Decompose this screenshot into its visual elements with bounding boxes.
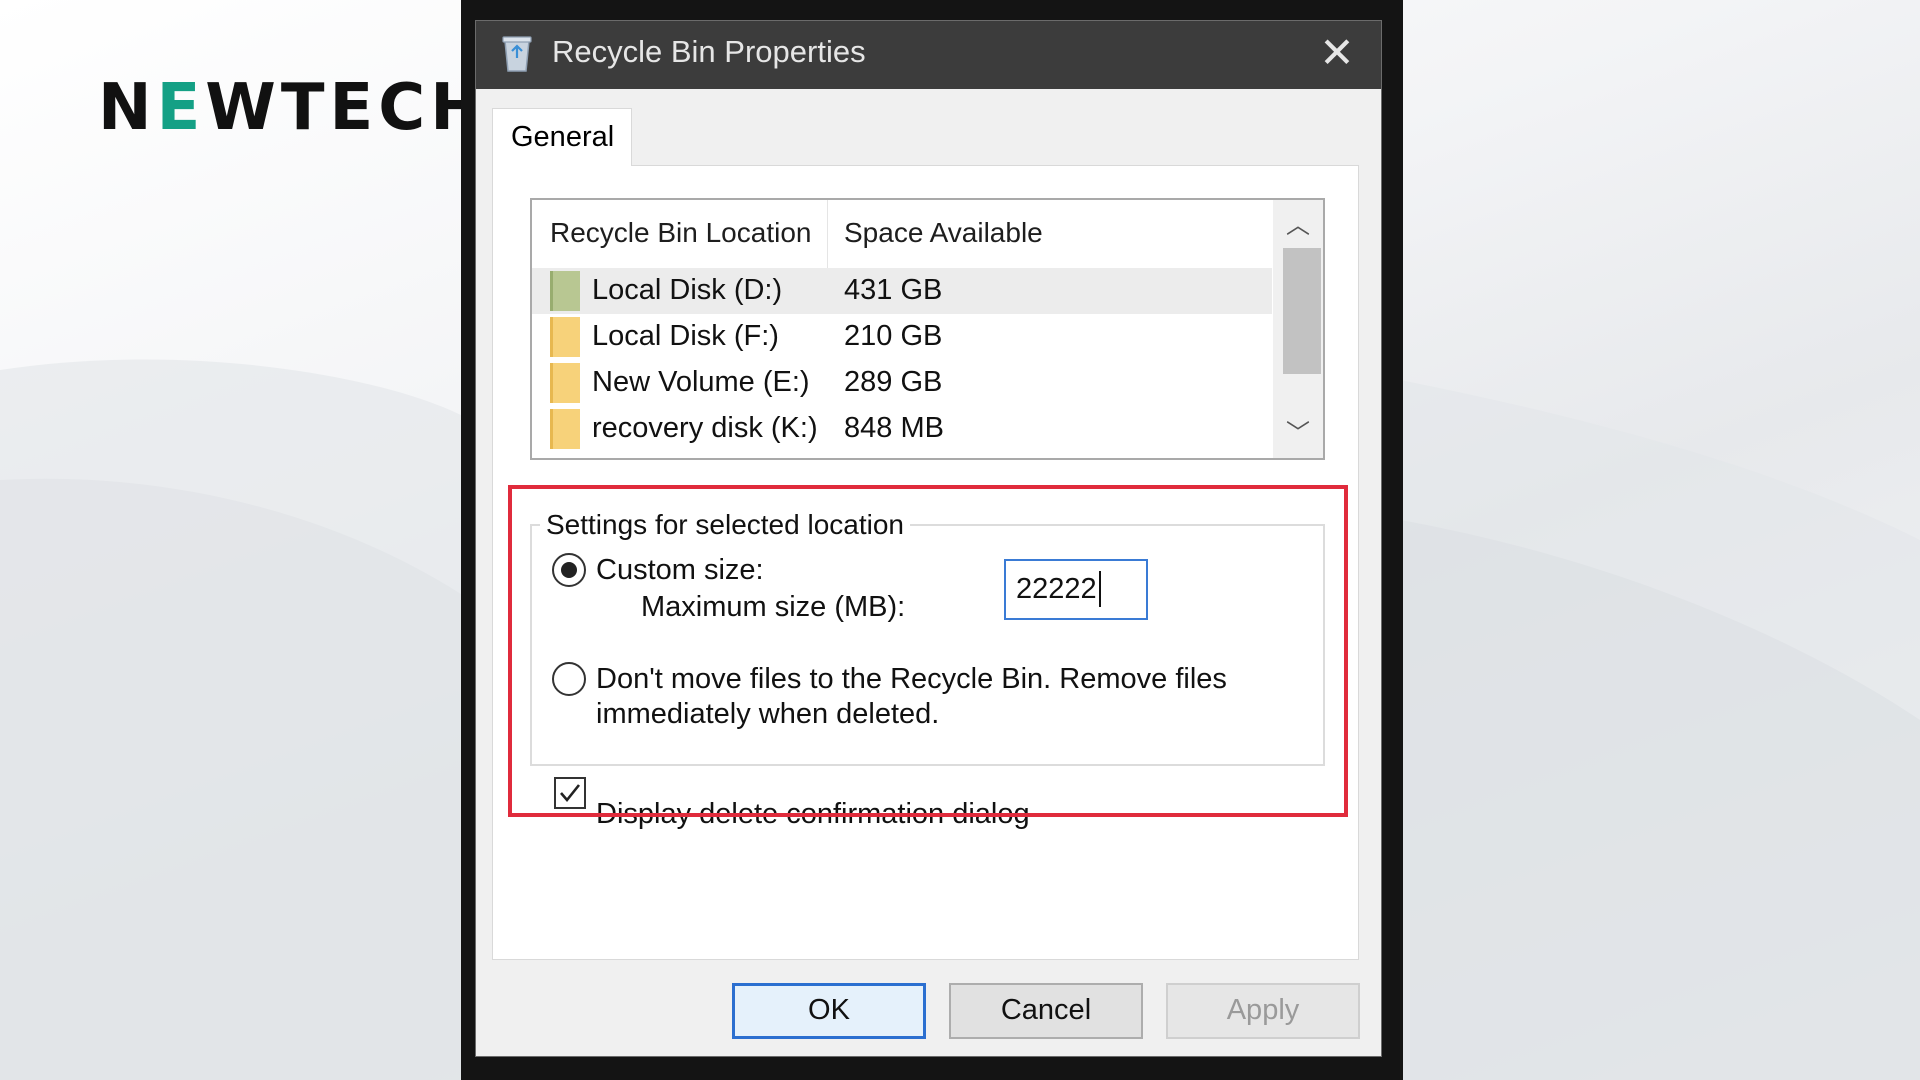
drive-name: Local Disk (D:) [592,274,783,306]
newtech-logo: NEWTECH [98,76,489,140]
drive-name: recovery disk (K:) [592,412,818,444]
drive-space: 210 GB [844,320,943,352]
drive-space: 431 GB [844,274,943,306]
drive-icon [550,409,580,449]
chevron-up-icon[interactable]: ︿ [1273,206,1323,246]
drive-space: 289 GB [844,366,943,398]
recycle-bin-icon [502,36,532,72]
column-header-space[interactable]: Space Available [844,217,1043,249]
scrollbar-thumb[interactable] [1283,248,1321,374]
highlight-box [508,485,1348,817]
drive-icon [550,363,580,403]
list-item[interactable]: New Volume (E:) 289 GB [532,360,1272,406]
drive-icon [550,317,580,357]
logo-accent-letter: E [156,71,206,145]
logo-suffix: WTECH [205,71,489,145]
drive-space: 848 MB [844,412,944,444]
list-item[interactable]: recovery disk (K:) 848 MB [532,406,1272,452]
recycle-bin-properties-dialog: Recycle Bin Properties ✕ General Recycle… [475,20,1382,1057]
close-button[interactable]: ✕ [1311,27,1363,79]
column-header-location[interactable]: Recycle Bin Location [550,217,811,249]
title-bar[interactable]: Recycle Bin Properties ✕ [476,21,1381,89]
tab-general[interactable]: General [492,108,632,166]
ok-button[interactable]: OK [732,983,926,1039]
list-header: Recycle Bin Location Space Available [532,200,1272,268]
list-item[interactable]: Local Disk (D:) 431 GB [532,268,1272,314]
column-separator[interactable] [827,200,828,268]
list-item[interactable]: Local Disk (F:) 210 GB [532,314,1272,360]
vertical-scrollbar[interactable]: ︿ ﹀ [1273,200,1323,458]
drive-icon [550,271,580,311]
drive-name: New Volume (E:) [592,366,810,398]
apply-button[interactable]: Apply [1166,983,1360,1039]
drive-name: Local Disk (F:) [592,320,779,352]
chevron-down-icon[interactable]: ﹀ [1273,414,1323,454]
cancel-button[interactable]: Cancel [949,983,1143,1039]
logo-prefix: N [98,71,157,145]
recycle-bin-location-list[interactable]: Recycle Bin Location Space Available Loc… [530,198,1325,460]
dialog-title: Recycle Bin Properties [552,34,866,69]
